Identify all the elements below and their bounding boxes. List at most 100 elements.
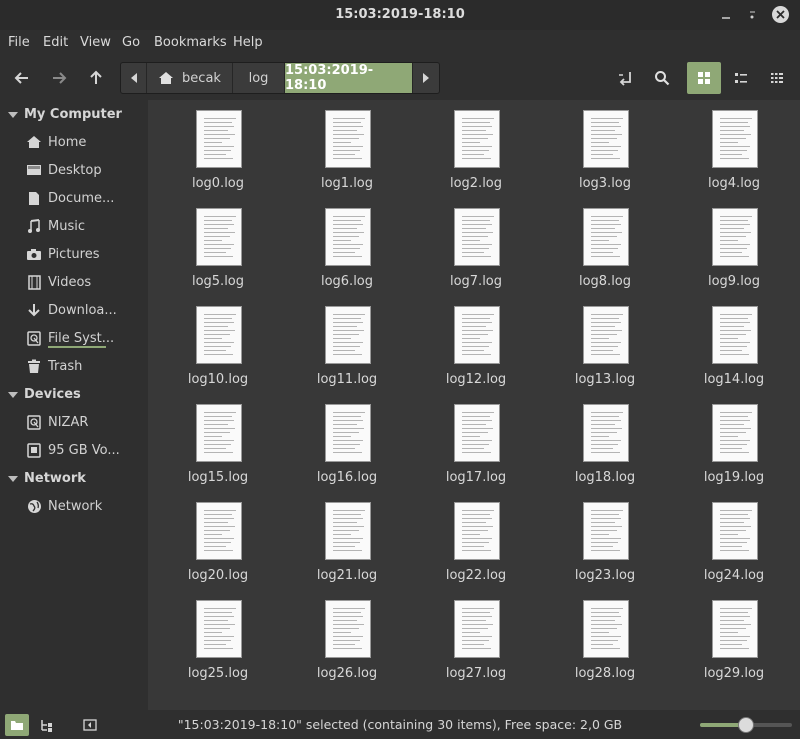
sidebar-item-volume[interactable]: 95 GB Vo... — [26, 439, 120, 461]
compact-view-icon — [771, 73, 783, 83]
text-file-icon — [454, 600, 500, 658]
menu-bookmarks[interactable]: Bookmarks — [154, 35, 227, 50]
file-item[interactable]: log15.log — [168, 394, 268, 486]
arrow-up-icon — [90, 70, 102, 84]
zoom-slider[interactable] — [700, 717, 792, 733]
minimize-icon[interactable] — [717, 6, 735, 24]
sidebar-item-videos[interactable]: Videos — [26, 271, 91, 293]
icon-view-button[interactable] — [687, 62, 721, 94]
sidebar-item-trash[interactable]: Trash — [26, 355, 82, 377]
file-item[interactable]: log4.log — [684, 100, 784, 192]
file-item[interactable]: log19.log — [684, 394, 784, 486]
search-button[interactable] — [647, 64, 677, 92]
file-item[interactable]: log27.log — [426, 590, 526, 682]
menu-view[interactable]: View — [80, 35, 111, 50]
file-item[interactable]: log9.log — [684, 198, 784, 290]
drive-icon — [26, 330, 42, 346]
sidebar-item-downloads[interactable]: Downloa... — [26, 299, 117, 321]
section-my-computer[interactable]: My Computer — [8, 107, 122, 122]
file-item[interactable]: log5.log — [168, 198, 268, 290]
location-toggle-icon — [619, 72, 631, 86]
list-view-icon — [735, 73, 747, 83]
sidebar-item-label: Network — [48, 498, 103, 514]
zoom-slider-handle[interactable] — [738, 717, 754, 733]
path-segment-log[interactable]: log — [233, 63, 285, 93]
file-item[interactable]: log13.log — [555, 296, 655, 388]
sidebar-item-label: Docume... — [48, 190, 115, 206]
file-name: log7.log — [449, 274, 503, 289]
file-item[interactable]: log21.log — [297, 492, 397, 584]
file-item[interactable]: log23.log — [555, 492, 655, 584]
sidebar-item-label: Videos — [48, 274, 92, 290]
file-item[interactable]: log17.log — [426, 394, 526, 486]
menu-help[interactable]: Help — [233, 35, 263, 50]
restore-icon[interactable] — [743, 6, 761, 24]
file-item[interactable]: log22.log — [426, 492, 526, 584]
path-scroll-left[interactable] — [121, 63, 147, 93]
sidebar-item-network[interactable]: Network — [26, 495, 102, 517]
menu-edit[interactable]: Edit — [43, 35, 68, 50]
file-name: log17.log — [445, 470, 507, 485]
file-item[interactable]: log16.log — [297, 394, 397, 486]
sidebar-item-music[interactable]: Music — [26, 215, 85, 237]
file-item[interactable]: log7.log — [426, 198, 526, 290]
section-devices[interactable]: Devices — [8, 387, 81, 402]
file-item[interactable]: log11.log — [297, 296, 397, 388]
status-bar: "15:03:2019-18:10" selected (containing … — [0, 710, 800, 739]
sidebar-item-label: Music — [48, 218, 85, 234]
close-icon[interactable] — [772, 6, 789, 23]
compact-view-button[interactable] — [762, 64, 792, 92]
text-file-icon — [325, 502, 371, 560]
globe-icon — [26, 498, 42, 514]
film-icon — [26, 274, 42, 290]
file-item[interactable]: log25.log — [168, 590, 268, 682]
file-item[interactable]: log0.log — [168, 100, 268, 192]
toggle-location-button[interactable] — [610, 64, 640, 92]
sidebar-item-documents[interactable]: Docume... — [26, 187, 114, 209]
list-view-button[interactable] — [726, 64, 756, 92]
search-icon — [655, 71, 670, 86]
file-item[interactable]: log3.log — [555, 100, 655, 192]
forward-button[interactable] — [44, 64, 74, 92]
text-file-icon — [583, 600, 629, 658]
file-name: log3.log — [578, 176, 632, 191]
text-file-icon — [454, 208, 500, 266]
file-item[interactable]: log14.log — [684, 296, 784, 388]
chevron-left-icon — [130, 73, 137, 83]
sidebar-item-pictures[interactable]: Pictures — [26, 243, 99, 265]
file-item[interactable]: log29.log — [684, 590, 784, 682]
file-name: log27.log — [445, 666, 507, 681]
expand-icon — [8, 391, 18, 398]
file-item[interactable]: log12.log — [426, 296, 526, 388]
file-item[interactable]: log26.log — [297, 590, 397, 682]
menu-file[interactable]: File — [8, 35, 30, 50]
file-name: log22.log — [445, 568, 507, 583]
path-segment-current[interactable]: 15:03:2019-18:10 — [285, 63, 413, 93]
file-item[interactable]: log1.log — [297, 100, 397, 192]
path-scroll-right[interactable] — [413, 63, 439, 93]
file-item[interactable]: log2.log — [426, 100, 526, 192]
path-segment-home[interactable]: becak — [147, 63, 233, 93]
up-button[interactable] — [81, 64, 111, 92]
back-button[interactable] — [7, 64, 37, 92]
grid-view-icon — [698, 72, 710, 84]
text-file-icon — [325, 404, 371, 462]
expand-icon — [8, 111, 18, 118]
file-name: log26.log — [316, 666, 378, 681]
sidebar-item-nizar[interactable]: NIZAR — [26, 411, 88, 433]
path-log-label: log — [248, 70, 269, 86]
sidebar-item-home[interactable]: Home — [26, 131, 86, 153]
text-file-icon — [712, 208, 758, 266]
file-item[interactable]: log20.log — [168, 492, 268, 584]
file-item[interactable]: log24.log — [684, 492, 784, 584]
section-network[interactable]: Network — [8, 471, 86, 486]
file-item[interactable]: log6.log — [297, 198, 397, 290]
file-item[interactable]: log18.log — [555, 394, 655, 486]
file-item[interactable]: log8.log — [555, 198, 655, 290]
sidebar-item-desktop[interactable]: Desktop — [26, 159, 102, 181]
file-item[interactable]: log28.log — [555, 590, 655, 682]
file-item[interactable]: log10.log — [168, 296, 268, 388]
text-file-icon — [196, 502, 242, 560]
sidebar-item-label: Desktop — [48, 162, 102, 178]
menu-go[interactable]: Go — [122, 35, 140, 50]
